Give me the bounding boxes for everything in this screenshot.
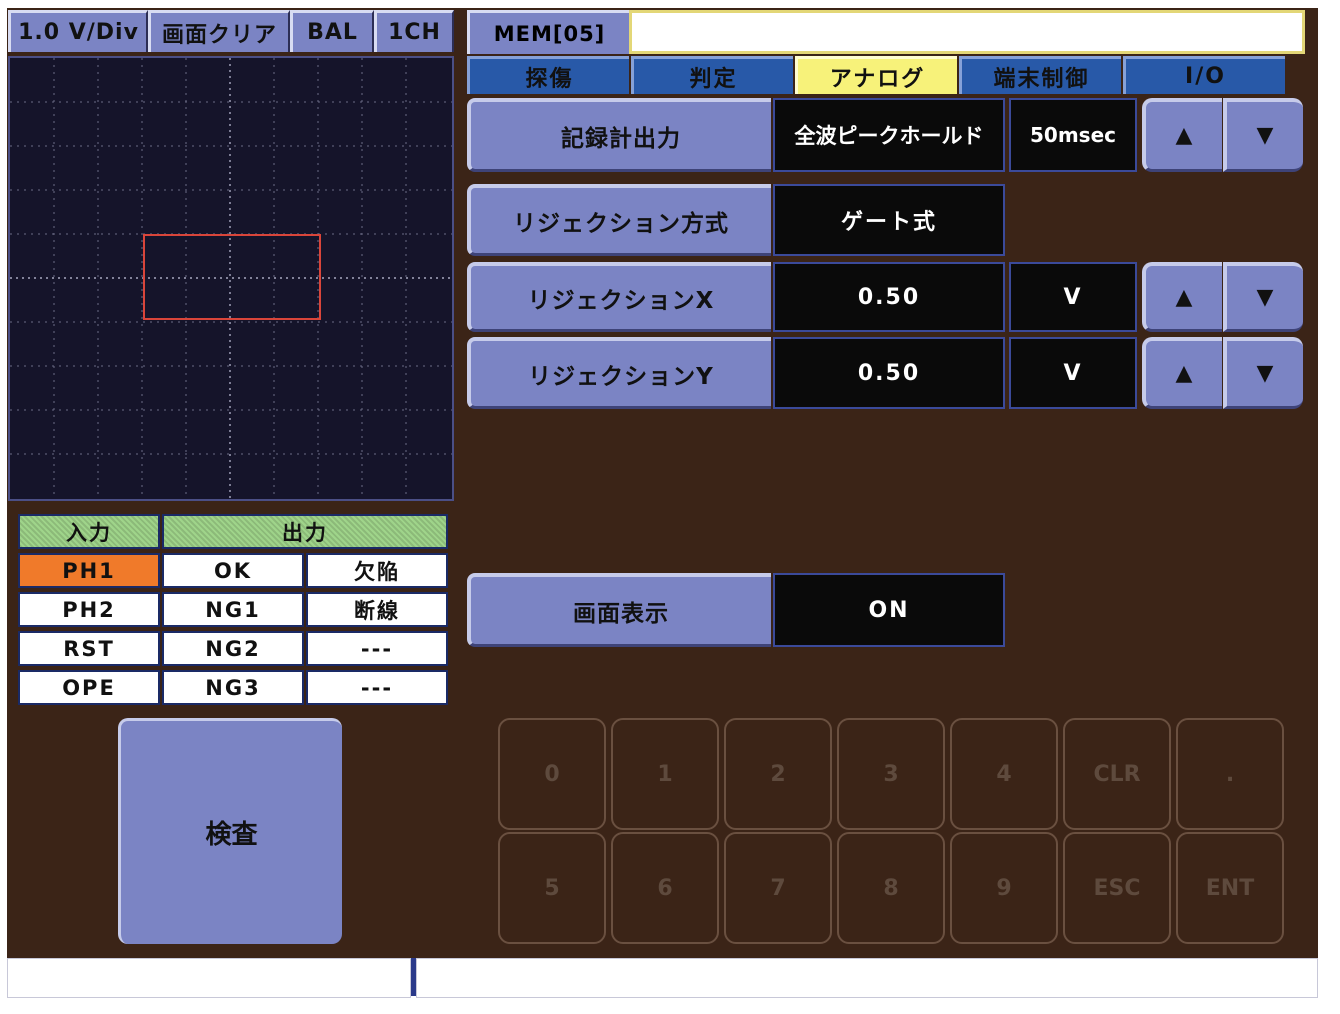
recorder-up-button[interactable]: ▲ <box>1142 98 1222 172</box>
bal-button[interactable]: BAL <box>290 10 374 52</box>
down-arrow-icon: ▼ <box>1256 361 1274 386</box>
rejection-y-up-button[interactable]: ▲ <box>1142 337 1222 409</box>
down-arrow-icon: ▼ <box>1256 123 1274 148</box>
rejection-y-value[interactable]: 0.50 <box>773 337 1005 409</box>
up-arrow-icon: ▲ <box>1175 361 1193 386</box>
channel-button[interactable]: 1CH <box>374 10 454 52</box>
recorder-output-mode[interactable]: 全波ピークホールド <box>773 98 1005 172</box>
rejection-x-down-button[interactable]: ▼ <box>1223 262 1303 332</box>
key-6[interactable]: 6 <box>611 832 719 944</box>
rejection-method-label: リジェクション方式 <box>467 184 771 256</box>
oscilloscope-display <box>8 56 454 501</box>
clear-screen-button[interactable]: 画面クリア <box>148 10 290 52</box>
io-output-defect: 欠陥 <box>306 553 448 588</box>
key-2[interactable]: 2 <box>724 718 832 830</box>
io-output-header: 出力 <box>162 514 448 549</box>
tab-terminal-control[interactable]: 端末制御 <box>959 56 1121 94</box>
recorder-output-label: 記録計出力 <box>467 98 771 172</box>
inspect-button[interactable]: 検査 <box>118 718 342 944</box>
rejection-method-value[interactable]: ゲート式 <box>773 184 1005 256</box>
tab-flaw-detection[interactable]: 探傷 <box>467 56 629 94</box>
rejection-gate-box <box>143 234 321 320</box>
memory-name-field[interactable] <box>629 10 1305 54</box>
rejection-x-up-button[interactable]: ▲ <box>1142 262 1222 332</box>
io-output-ok: OK <box>162 553 304 588</box>
key-clr[interactable]: CLR <box>1063 718 1171 830</box>
key-0[interactable]: 0 <box>498 718 606 830</box>
key-1[interactable]: 1 <box>611 718 719 830</box>
rejection-x-value[interactable]: 0.50 <box>773 262 1005 332</box>
io-input-ph1: PH1 <box>18 553 160 588</box>
down-arrow-icon: ▼ <box>1256 285 1274 310</box>
key-4[interactable]: 4 <box>950 718 1058 830</box>
recorder-down-button[interactable]: ▼ <box>1223 98 1303 172</box>
rejection-y-unit: V <box>1009 337 1137 409</box>
status-bar-right <box>416 958 1318 998</box>
io-output-ng3: NG3 <box>162 670 304 705</box>
io-input-rst: RST <box>18 631 160 666</box>
rejection-y-label: リジェクションY <box>467 337 771 409</box>
io-input-header: 入力 <box>18 514 160 549</box>
io-input-ph2: PH2 <box>18 592 160 627</box>
io-output-empty-1: --- <box>306 631 448 666</box>
recorder-output-time[interactable]: 50msec <box>1009 98 1137 172</box>
memory-button[interactable]: MEM[05] <box>467 10 629 54</box>
tab-judgment[interactable]: 判定 <box>631 56 793 94</box>
volt-div-button[interactable]: 1.0 V/Div <box>8 10 148 52</box>
rejection-y-down-button[interactable]: ▼ <box>1223 337 1303 409</box>
io-input-ope: OPE <box>18 670 160 705</box>
tab-analog[interactable]: アナログ <box>795 56 957 94</box>
screen-display-value[interactable]: ON <box>773 573 1005 647</box>
key-dot[interactable]: . <box>1176 718 1284 830</box>
key-esc[interactable]: ESC <box>1063 832 1171 944</box>
screen-display-label: 画面表示 <box>467 573 771 647</box>
status-bar-left <box>7 958 411 998</box>
io-output-ng2: NG2 <box>162 631 304 666</box>
io-output-ng1: NG1 <box>162 592 304 627</box>
key-3[interactable]: 3 <box>837 718 945 830</box>
scope-grid <box>10 58 452 499</box>
rejection-x-unit: V <box>1009 262 1137 332</box>
io-output-empty-2: --- <box>306 670 448 705</box>
key-8[interactable]: 8 <box>837 832 945 944</box>
rejection-x-label: リジェクションX <box>467 262 771 332</box>
io-output-break: 断線 <box>306 592 448 627</box>
tab-io[interactable]: I/O <box>1123 56 1285 94</box>
key-ent[interactable]: ENT <box>1176 832 1284 944</box>
key-7[interactable]: 7 <box>724 832 832 944</box>
key-5[interactable]: 5 <box>498 832 606 944</box>
up-arrow-icon: ▲ <box>1175 123 1193 148</box>
up-arrow-icon: ▲ <box>1175 285 1193 310</box>
key-9[interactable]: 9 <box>950 832 1058 944</box>
